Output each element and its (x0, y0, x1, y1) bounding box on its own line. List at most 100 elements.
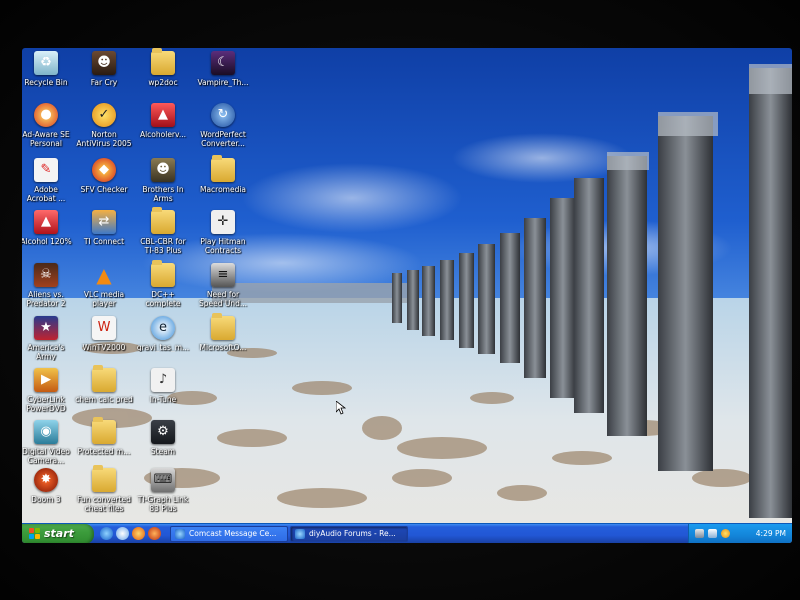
digital-video-camera-icon: ◉ (34, 420, 58, 444)
icon-label-line2: cheat files (84, 504, 124, 513)
norton-antivirus-icon: ✓ (92, 103, 116, 127)
desktop-icon-steam[interactable]: ⚙ Steam (132, 420, 194, 456)
desktop-icon-aliens-vs-predator[interactable]: ☠ Aliens vs. Predator 2 (22, 263, 77, 308)
desktop-icon-sfv-checker[interactable]: ◆ SFV Checker (73, 158, 135, 194)
desktop-icon-chem-calc-pred[interactable]: chem calc pred (73, 365, 135, 404)
desktop-icon-powerdvd[interactable]: ▶ CyberLink PowerDVD (22, 368, 77, 413)
folder-icon (211, 313, 235, 340)
need-for-speed-icon: ≡ (211, 263, 235, 287)
show-desktop-icon[interactable] (116, 527, 129, 540)
desktop-icon-alcohol-120[interactable]: ▲ Alcohol 120% (22, 210, 77, 246)
icon-label: In-Tune (149, 395, 177, 404)
powerdvd-icon: ▶ (34, 368, 58, 392)
desktop-icon-recycle-bin[interactable]: ♻ Recycle Bin (22, 51, 77, 87)
in-tune-icon: ♪ (151, 368, 175, 392)
icon-label: Adobe (34, 185, 58, 194)
icon-label-line2: Acrobat ... (26, 194, 66, 203)
folder-icon (92, 365, 116, 392)
start-button[interactable]: start (22, 524, 94, 543)
desktop-icon-brothers-in-arms[interactable]: ☻ Brothers In Arms (132, 158, 194, 203)
task-label: Comcast Message Ce... (189, 529, 277, 538)
doom3-icon: ✸ (34, 468, 58, 492)
icon-label: Aliens vs. (28, 290, 64, 299)
americas-army-icon: ★ (34, 316, 58, 340)
desktop-icon-adobe-acrobat[interactable]: ✎ Adobe Acrobat ... (22, 158, 77, 203)
desktop-icon-alcoholerv[interactable]: ▲ Alcoholerv... (132, 103, 194, 139)
desktop-icon-far-cry[interactable]: ☻ Far Cry (73, 51, 135, 87)
desktop-icon-macromedia[interactable]: Macromedia (192, 155, 254, 194)
icon-label: Macromedia (199, 185, 247, 194)
mouse-cursor-icon (336, 401, 346, 415)
desktop-icon-wordperfect[interactable]: ↻ WordPerfect Converter... (192, 103, 254, 148)
taskbar-button-comcast[interactable]: Comcast Message Ce... (170, 526, 288, 542)
icon-label: America's (27, 343, 65, 352)
desktop-icon-protected[interactable]: Protected m... (73, 417, 135, 456)
icon-label-line2: Camera... (27, 456, 65, 465)
icon-label-line2: TI-83 Plus (144, 246, 182, 255)
icon-label: chem calc pred (75, 395, 133, 404)
desktop-icon-ti-connect[interactable]: ⇄ TI Connect (73, 210, 135, 246)
ad-aware-icon: ● (34, 103, 58, 127)
wintv-icon: W (92, 316, 116, 340)
desktop-icon-hitman[interactable]: ✛ Play Hitman Contracts (192, 210, 254, 255)
desktop-icon-need-for-speed[interactable]: ≡ Need for Speed Und... (192, 263, 254, 308)
start-label: start (44, 527, 74, 540)
desktop-icon-vlc[interactable]: ▲ VLC media player (73, 263, 135, 308)
desktop-icon-fun-converted[interactable]: Fun converted cheat files (73, 465, 135, 513)
vampire-game-icon: ☾ (211, 51, 235, 75)
clock[interactable]: 4:29 PM (756, 524, 786, 543)
desktop-icon-ad-aware[interactable]: ● Ad-Aware SE Personal (22, 103, 77, 148)
desktop-icon-wp2doc[interactable]: wp2doc (132, 48, 194, 87)
aliens-vs-predator-icon: ☠ (34, 263, 58, 287)
icon-label: Alcohol 120% (22, 237, 72, 246)
icon-label-line2: complete (145, 299, 181, 308)
desktop-icon-doom3[interactable]: ✸ Doom 3 (22, 468, 77, 504)
icon-label: Ad-Aware SE (22, 130, 70, 139)
icon-label-line2: Personal (30, 139, 62, 148)
system-tray: 4:29 PM (688, 524, 792, 543)
folder-icon (211, 155, 235, 182)
desktop-icon-dcpp[interactable]: DC++ complete (132, 260, 194, 308)
icon-label-line2: PowerDVD (26, 404, 66, 413)
desktop-icon-in-tune[interactable]: ♪ In-Tune (132, 368, 194, 404)
icon-label: gravi_tas_m... (136, 343, 190, 352)
desktop-icon-americas-army[interactable]: ★ America's Army (22, 316, 77, 361)
icon-label: Recycle Bin (24, 78, 68, 87)
icon-label: CyberLink (27, 395, 65, 404)
ie-quick-launch-icon[interactable] (100, 527, 113, 540)
gravi-tas-icon: e (151, 316, 175, 340)
desktop-icon-wintv[interactable]: W WinTV2000 (73, 316, 135, 352)
icon-label-line2: Contracts (204, 246, 242, 255)
recycle-bin-icon: ♻ (34, 51, 58, 75)
icon-label: Fun converted (77, 495, 131, 504)
icon-label: Protected m... (77, 447, 131, 456)
desktop-icon-microsofto[interactable]: MicrosoftO... (192, 313, 254, 352)
icon-label-line2: Converter... (201, 139, 245, 148)
task-label: diyAudio Forums - Re... (309, 529, 396, 538)
desktop-icon-gravi-tas[interactable]: e gravi_tas_m... (132, 316, 194, 352)
far-cry-icon: ☻ (92, 51, 116, 75)
icon-label: TI-Graph Link (137, 495, 189, 504)
icon-label: Norton (91, 130, 117, 139)
icon-label-line2: 83 Plus (149, 504, 177, 513)
icon-label: Digital Video (22, 447, 70, 456)
desktop-icon-digital-video-camera[interactable]: ◉ Digital Video Camera... (22, 420, 77, 465)
media-player-icon[interactable] (132, 527, 145, 540)
icon-label: VLC media (83, 290, 125, 299)
desktop-icon-cbl-cbr[interactable]: CBL-CBR for TI-83 Plus (132, 207, 194, 255)
desktop-icon-ti-graph-link[interactable]: ⌨ TI-Graph Link 83 Plus (132, 468, 194, 513)
alcohol-120-icon: ▲ (34, 210, 58, 234)
network-icon[interactable] (695, 529, 704, 538)
icon-label: SFV Checker (80, 185, 128, 194)
firefox-icon[interactable] (148, 527, 161, 540)
icon-label: CBL-CBR for (140, 237, 186, 246)
taskbar: start Comcast Message Ce... diyAudio For… (22, 523, 792, 543)
volume-icon[interactable] (708, 529, 717, 538)
desktop-icon-norton-antivirus[interactable]: ✓ Norton AntiVirus 2005 (73, 103, 135, 148)
folder-icon (151, 48, 175, 75)
icon-label: WordPerfect (200, 130, 246, 139)
desktop-icon-vampire[interactable]: ☾ Vampire_Th... (192, 51, 254, 87)
adobe-acrobat-icon: ✎ (34, 158, 58, 182)
taskbar-button-diyaudio[interactable]: diyAudio Forums - Re... (290, 526, 408, 542)
norton-tray-icon[interactable] (721, 529, 730, 538)
